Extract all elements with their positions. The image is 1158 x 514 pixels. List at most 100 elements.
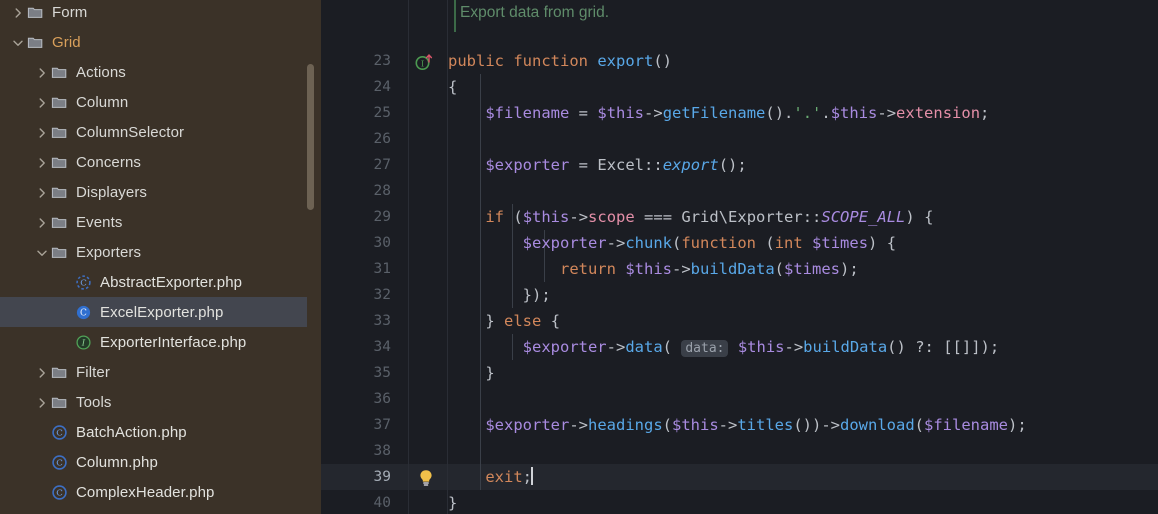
code-line[interactable]: 37 $exporter->headings($this->titles())-… bbox=[321, 412, 1158, 438]
line-number[interactable]: 38 bbox=[321, 438, 391, 464]
code-text[interactable]: $filename = $this->getFilename().'.'.$th… bbox=[448, 100, 989, 126]
interface-icon: I bbox=[74, 327, 94, 357]
line-number[interactable]: 33 bbox=[321, 308, 391, 334]
code-text[interactable]: $exporter->headings($this->titles())->do… bbox=[448, 412, 1026, 438]
tree-item-form[interactable]: Form bbox=[0, 0, 321, 27]
code-line[interactable]: 29 if ($this->scope === Grid\Exporter::S… bbox=[321, 204, 1158, 230]
line-number[interactable]: 27 bbox=[321, 152, 391, 178]
line-number[interactable]: 40 bbox=[321, 490, 391, 514]
chevron-down-icon[interactable] bbox=[8, 27, 26, 57]
doc-comment-line: Export data from grid. bbox=[321, 0, 1158, 32]
code-text[interactable]: $exporter->data( data: $this->buildData(… bbox=[448, 334, 999, 362]
code-text[interactable]: $exporter->chunk(function (int $times) { bbox=[448, 230, 896, 256]
tree-item-column[interactable]: Column bbox=[0, 87, 321, 117]
intention-bulb-icon[interactable] bbox=[417, 468, 435, 488]
code-text[interactable]: if ($this->scope === Grid\Exporter::SCOP… bbox=[448, 204, 933, 230]
folder-icon bbox=[50, 357, 70, 387]
line-number[interactable]: 35 bbox=[321, 360, 391, 386]
code-text[interactable]: { bbox=[448, 74, 457, 100]
code-line[interactable]: 40} bbox=[321, 490, 1158, 514]
code-text[interactable]: public function export() bbox=[448, 48, 672, 74]
line-number[interactable]: 34 bbox=[321, 334, 391, 360]
code-text[interactable]: }); bbox=[448, 282, 551, 308]
line-number[interactable]: 37 bbox=[321, 412, 391, 438]
code-line[interactable]: 27 $exporter = Excel::export(); bbox=[321, 152, 1158, 178]
folder-icon bbox=[26, 27, 46, 57]
chevron-right-icon[interactable] bbox=[32, 207, 50, 237]
tree-item-exporterinterface[interactable]: I ExporterInterface.php bbox=[0, 327, 321, 357]
svg-text:I: I bbox=[421, 59, 424, 69]
class-icon: C bbox=[50, 417, 70, 447]
line-number[interactable]: 39 bbox=[321, 464, 391, 490]
tree-item-batchaction[interactable]: C BatchAction.php bbox=[0, 417, 321, 447]
line-number[interactable]: 23 bbox=[321, 48, 391, 74]
code-line[interactable]: 33 } else { bbox=[321, 308, 1158, 334]
chevron-right-icon[interactable] bbox=[32, 387, 50, 417]
svg-text:C: C bbox=[56, 489, 63, 499]
chevron-right-icon[interactable] bbox=[32, 147, 50, 177]
code-line[interactable]: 36 bbox=[321, 386, 1158, 412]
line-number[interactable]: 25 bbox=[321, 100, 391, 126]
code-text[interactable]: } else { bbox=[448, 308, 560, 334]
code-line[interactable]: 24 { bbox=[321, 74, 1158, 100]
tree-item-tools[interactable]: Tools bbox=[0, 387, 321, 417]
folder-icon bbox=[50, 237, 70, 267]
line-number[interactable]: 28 bbox=[321, 178, 391, 204]
tree-item-complexheader[interactable]: C ComplexHeader.php bbox=[0, 477, 321, 507]
code-line[interactable]: 32 }); bbox=[321, 282, 1158, 308]
tree-item-grid[interactable]: Grid bbox=[0, 27, 321, 57]
chevron-right-icon[interactable] bbox=[32, 87, 50, 117]
code-editor[interactable]: Export data from grid. 23 public function… bbox=[321, 0, 1158, 514]
code-text[interactable]: exit; bbox=[448, 464, 533, 490]
tree-twisty-spacer bbox=[56, 327, 74, 357]
code-text[interactable]: } bbox=[448, 360, 494, 386]
code-line[interactable]: 39 exit; bbox=[321, 464, 1158, 490]
code-text[interactable]: $exporter = Excel::export(); bbox=[448, 152, 746, 178]
tree-item-columnselector[interactable]: ColumnSelector bbox=[0, 117, 321, 147]
tree-item-concerns[interactable]: Concerns bbox=[0, 147, 321, 177]
tree-twisty-spacer bbox=[32, 507, 50, 514]
implementing-method-icon[interactable]: I bbox=[414, 52, 434, 72]
chevron-right-icon[interactable] bbox=[32, 117, 50, 147]
tree-item-column[interactable]: C Column.php bbox=[0, 447, 321, 477]
tree-twisty-spacer bbox=[32, 417, 50, 447]
project-tree-panel[interactable]: Form Grid Actions Column ColumnSelector Conce… bbox=[0, 0, 321, 514]
code-line[interactable]: 23 public function export() bbox=[321, 48, 1158, 74]
code-text[interactable]: } bbox=[448, 490, 457, 514]
chevron-right-icon[interactable] bbox=[32, 57, 50, 87]
chevron-right-icon[interactable] bbox=[32, 357, 50, 387]
folder-icon bbox=[50, 117, 70, 147]
line-number[interactable]: 26 bbox=[321, 126, 391, 152]
code-line[interactable]: 30 $exporter->chunk(function (int $times… bbox=[321, 230, 1158, 256]
code-line[interactable]: 28 bbox=[321, 178, 1158, 204]
line-number[interactable]: 36 bbox=[321, 386, 391, 412]
code-line[interactable]: 34 $exporter->data( data: $this->buildDa… bbox=[321, 334, 1158, 360]
tree-item-exporter[interactable]: CExporter.php bbox=[0, 507, 321, 514]
code-line[interactable]: 31 return $this->buildData($times); bbox=[321, 256, 1158, 282]
tree-item-abstractexporter[interactable]: C AbstractExporter.php bbox=[0, 267, 321, 297]
tree-item-actions[interactable]: Actions bbox=[0, 57, 321, 87]
tree-item-displayers[interactable]: Displayers bbox=[0, 177, 321, 207]
chevron-right-icon[interactable] bbox=[32, 177, 50, 207]
tree-item-events[interactable]: Events bbox=[0, 207, 321, 237]
code-line[interactable]: 25 $filename = $this->getFilename().'.'.… bbox=[321, 100, 1158, 126]
tree-item-label: Displayers bbox=[76, 183, 148, 201]
sidebar-scrollbar[interactable] bbox=[307, 64, 314, 210]
line-number[interactable]: 29 bbox=[321, 204, 391, 230]
code-text[interactable]: return $this->buildData($times); bbox=[448, 256, 859, 282]
code-line[interactable]: 35 } bbox=[321, 360, 1158, 386]
chevron-right-icon[interactable] bbox=[8, 0, 26, 27]
code-line[interactable]: 38 bbox=[321, 438, 1158, 464]
svg-text:I: I bbox=[81, 339, 86, 349]
line-number[interactable]: 30 bbox=[321, 230, 391, 256]
tree-item-filter[interactable]: Filter bbox=[0, 357, 321, 387]
chevron-down-icon[interactable] bbox=[32, 237, 50, 267]
tree-twisty-spacer bbox=[32, 477, 50, 507]
line-number[interactable]: 24 bbox=[321, 74, 391, 100]
code-line[interactable]: 26 bbox=[321, 126, 1158, 152]
tree-item-excelexporter[interactable]: C ExcelExporter.php bbox=[0, 297, 321, 327]
tree-item-exporters[interactable]: Exporters bbox=[0, 237, 321, 267]
line-number[interactable]: 32 bbox=[321, 282, 391, 308]
line-number[interactable]: 31 bbox=[321, 256, 391, 282]
folder-icon bbox=[50, 57, 70, 87]
